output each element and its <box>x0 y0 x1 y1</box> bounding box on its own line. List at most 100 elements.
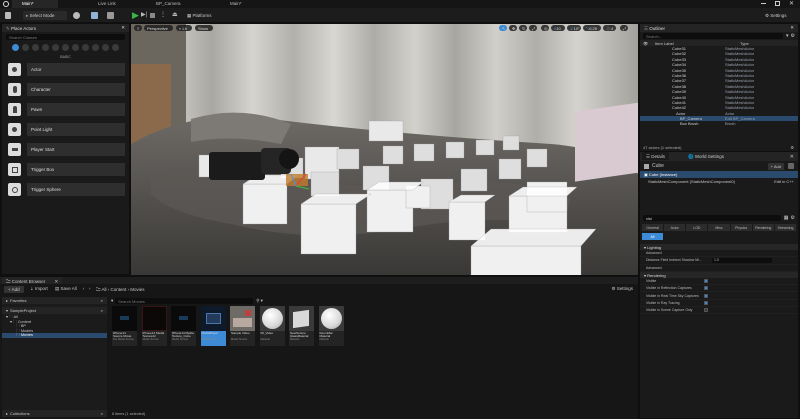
close-icon[interactable]: ✕ <box>121 25 125 31</box>
asset-tile[interactable]: RoomMat Material Material <box>318 306 344 346</box>
search-icon[interactable]: ⌕ <box>101 308 103 313</box>
actor-item-pawn[interactable]: Pawn <box>6 101 125 118</box>
blueprint-icon[interactable] <box>91 12 98 19</box>
foliage-category-icon[interactable] <box>112 44 119 51</box>
save-all-button[interactable]: ▤ Save All <box>55 286 77 292</box>
visual-effects-category-icon[interactable] <box>62 44 69 51</box>
scale-tool-icon[interactable]: ⤢ <box>529 25 537 31</box>
property-matrix-icon[interactable]: ▦ <box>784 215 789 221</box>
asset-tile[interactable]: iPhone14 Media Texture_Cube Media Texture <box>171 306 196 346</box>
search-icon[interactable]: ⌕ <box>101 411 103 416</box>
category-actor[interactable]: Actor <box>664 224 686 231</box>
filter-icon[interactable]: ▾ <box>111 298 113 304</box>
cinematic-category-icon[interactable] <box>52 44 59 51</box>
breadcrumb-item[interactable]: All <box>102 287 107 292</box>
recent-category-icon[interactable] <box>12 44 19 51</box>
tab-world-settings[interactable]: 🌐 World Settings <box>684 152 728 160</box>
geometry-category-icon[interactable] <box>72 44 79 51</box>
outliner-row[interactable]: Box Brush Brush <box>640 121 798 126</box>
play-icon[interactable]: ▶ <box>132 10 139 20</box>
add-component-button[interactable]: + Add <box>767 162 784 170</box>
tab-content-browser[interactable]: 🗀 Content Browser ✕ <box>2 277 63 284</box>
tree-item-movies[interactable]: 🗀 Movies <box>2 333 107 338</box>
close-icon[interactable]: ✕ <box>790 154 794 160</box>
back-arrow-icon[interactable]: ‹ <box>83 286 85 291</box>
filter-icon[interactable]: ▾ <box>786 33 789 39</box>
cinematics-icon[interactable] <box>107 12 114 19</box>
col-item-label[interactable]: Item Label <box>655 41 740 46</box>
outliner-settings-icon[interactable]: ⚙ <box>791 33 795 39</box>
component-row[interactable]: StaticMeshComponent (StaticMeshComponent… <box>640 178 798 185</box>
more-options-icon[interactable]: ⋮ <box>160 11 166 18</box>
visible-reflection-checkbox[interactable] <box>704 286 708 291</box>
collections-header[interactable]: ▸ Collections ⌕ <box>2 410 107 417</box>
visible-raytracing-checkbox[interactable] <box>704 300 708 305</box>
shapes-category-icon[interactable] <box>42 44 49 51</box>
view-options-icon[interactable]: ⚙ <box>790 145 794 150</box>
platforms-dropdown[interactable]: ▦ Platforms <box>184 11 219 20</box>
import-button[interactable]: ⇣ Import <box>30 286 48 292</box>
asset-tile[interactable]: iPhone14 Media Texture22 Media Texture <box>141 306 167 346</box>
settings-button[interactable]: ⚙ Settings <box>762 11 796 20</box>
filter-options-icon[interactable]: ⚲ <box>256 298 259 304</box>
asset-tile[interactable]: Sample Video Media Texture <box>230 306 255 346</box>
tab-main-2[interactable]: Main* <box>220 0 276 8</box>
outliner-search-input[interactable]: Search... <box>643 33 783 39</box>
mode-select[interactable]: ▸ Select Mode <box>23 11 67 20</box>
step-icon[interactable]: ▶| <box>141 11 147 20</box>
search-icon[interactable]: ⌕ <box>101 298 103 303</box>
level-viewport[interactable]: ≡ Perspective ◐ Lit Show ↖ ✥ ↻ ⤢ ◎ #10 ∠… <box>131 24 638 275</box>
visible-scene-capture-checkbox[interactable] <box>704 308 708 313</box>
asset-tile[interactable]: iPhone14 Source Movie File Media Source <box>112 306 137 346</box>
search-classes-input[interactable]: Search Classes <box>6 34 125 40</box>
actor-item-trigger-sphere[interactable]: Trigger Sphere <box>6 181 125 198</box>
tab-bp-camera[interactable]: BP_Camera <box>146 0 216 8</box>
add-actor-icon[interactable] <box>73 12 80 19</box>
volumes-category-icon[interactable] <box>82 44 89 51</box>
tab-live-link[interactable]: Live Link <box>88 0 144 8</box>
translate-tool-icon[interactable]: ✥ <box>509 25 517 31</box>
edit-cpp-link[interactable]: Edit in C++ <box>774 179 794 184</box>
category-rendering[interactable]: Rendering <box>752 224 774 231</box>
settings-button[interactable]: ⚙ Settings <box>611 286 633 292</box>
minimize-icon[interactable] <box>761 3 766 4</box>
stop-icon[interactable] <box>150 13 155 18</box>
select-tool-icon[interactable]: ↖ <box>499 25 507 31</box>
blueprint-icon[interactable] <box>788 163 794 169</box>
angle-snap-button[interactable]: ∠10° <box>567 25 581 31</box>
maximize-icon[interactable] <box>775 1 780 6</box>
close-icon[interactable]: ✕ <box>789 0 794 7</box>
perspective-button[interactable]: Perspective <box>144 25 173 31</box>
category-misc[interactable]: Misc <box>708 224 730 231</box>
viewport-menu-button[interactable]: ≡ <box>134 25 142 31</box>
asset-tile[interactable]: MediaPlayer Media Player <box>200 306 226 346</box>
add-button[interactable]: + Add <box>4 286 24 293</box>
rotate-tool-icon[interactable]: ↻ <box>519 25 527 31</box>
component-instance-row[interactable]: ▣ Cube (Instance) <box>640 171 798 178</box>
basic-category-icon[interactable] <box>22 44 29 51</box>
col-type[interactable]: Type <box>740 41 749 46</box>
visible-realtime-checkbox[interactable] <box>704 293 708 298</box>
scale-snap-button[interactable]: ⤡0.25 <box>583 25 601 31</box>
asset-tile[interactable]: MI_Video Material <box>259 306 285 346</box>
advanced-row[interactable]: Advanced <box>640 250 798 258</box>
details-search-input[interactable]: visi <box>643 215 781 221</box>
tab-details[interactable]: ☰ Details <box>642 152 670 160</box>
object-name[interactable]: Cube <box>652 163 664 169</box>
category-lod[interactable]: LOD <box>686 224 708 231</box>
favorites-header[interactable]: ▸ Favorites ⌕ <box>2 297 107 304</box>
lights-category-icon[interactable] <box>32 44 39 51</box>
breadcrumb-item[interactable]: Content <box>111 287 127 292</box>
eject-icon[interactable]: ⏏ <box>172 11 178 18</box>
tab-main[interactable]: Main* <box>12 0 58 8</box>
details-settings-icon[interactable]: ⚙ <box>791 215 795 221</box>
actor-item-actor[interactable]: Actor <box>6 61 125 78</box>
unreal-logo-icon[interactable] <box>3 1 9 7</box>
forward-arrow-icon[interactable]: › <box>89 286 91 291</box>
asset-search-input[interactable]: Search Movies <box>115 298 254 304</box>
save-icon[interactable] <box>5 12 11 19</box>
distance-field-value[interactable]: 1.0 <box>712 257 772 263</box>
category-general[interactable]: General <box>642 224 664 231</box>
visible-checkbox[interactable] <box>704 279 708 284</box>
actor-item-player-start[interactable]: Player Start <box>6 141 125 158</box>
